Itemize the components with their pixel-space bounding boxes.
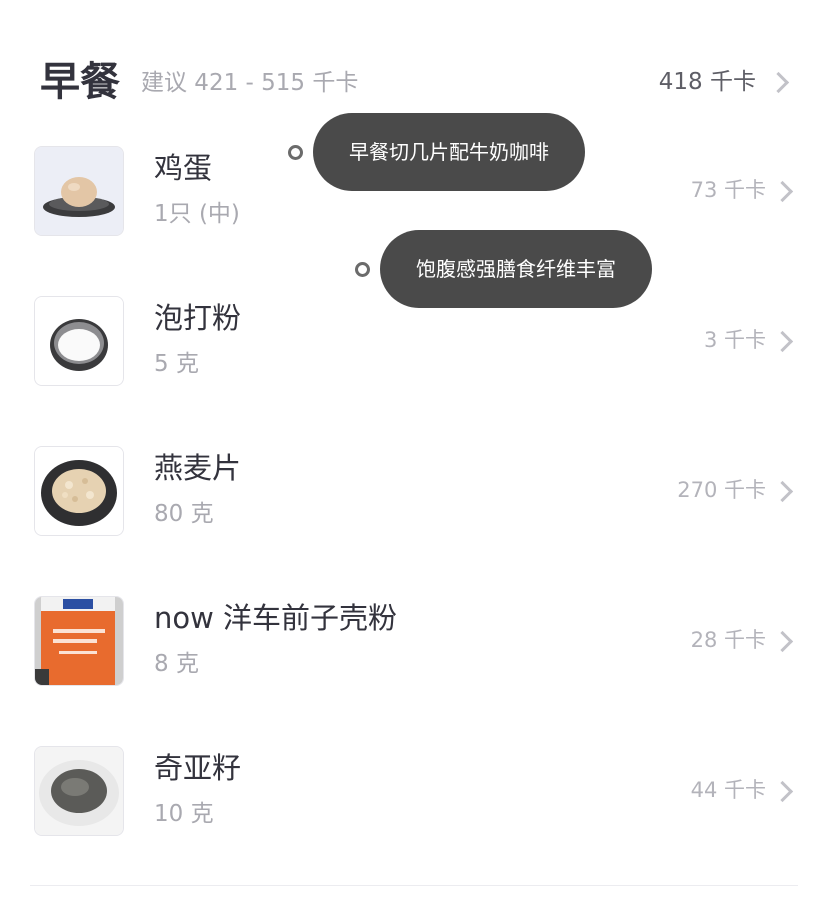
food-item-oats[interactable]: 燕麦片 80 克 270 千卡 bbox=[34, 446, 800, 536]
food-item-chia-seeds[interactable]: 奇亚籽 10 克 44 千卡 bbox=[34, 746, 800, 836]
food-calories: 270 千卡 bbox=[677, 478, 766, 502]
meal-calorie-suggestion: 建议 421 - 515 千卡 bbox=[141, 70, 359, 96]
chia-seeds-image bbox=[34, 746, 124, 836]
chevron-right-icon[interactable] bbox=[767, 71, 790, 94]
chevron-right-icon bbox=[771, 480, 794, 503]
food-name: 燕麦片 bbox=[154, 451, 242, 485]
food-calories: 3 千卡 bbox=[703, 328, 766, 352]
annotation-bubble: 饱腹感强膳食纤维丰富 bbox=[380, 230, 652, 308]
egg-image bbox=[34, 146, 124, 236]
meal-header: 早餐 建议 421 - 515 千卡 418 千卡 bbox=[40, 56, 800, 108]
food-name: 奇亚籽 bbox=[154, 751, 242, 785]
food-calories: 73 千卡 bbox=[690, 178, 766, 202]
food-quantity: 80 克 bbox=[154, 501, 214, 527]
psyllium-powder-image bbox=[34, 596, 124, 686]
food-calories: 28 千卡 bbox=[690, 628, 766, 652]
food-name: 鸡蛋 bbox=[154, 151, 213, 185]
chevron-right-icon bbox=[771, 630, 794, 653]
oats-image bbox=[34, 446, 124, 536]
chevron-right-icon bbox=[771, 330, 794, 353]
chevron-right-icon bbox=[771, 180, 794, 203]
food-quantity: 8 克 bbox=[154, 651, 199, 677]
meal-total-calories[interactable]: 418 千卡 bbox=[659, 68, 756, 96]
food-item-psyllium[interactable]: now 洋车前子壳粉 8 克 28 千卡 bbox=[34, 596, 800, 686]
food-quantity: 5 克 bbox=[154, 351, 199, 377]
baking-powder-image bbox=[34, 296, 124, 386]
food-calories: 44 千卡 bbox=[690, 778, 766, 802]
chevron-right-icon bbox=[771, 780, 794, 803]
annotation-bubble: 早餐切几片配牛奶咖啡 bbox=[313, 113, 585, 191]
divider bbox=[30, 885, 798, 886]
food-quantity: 1只 (中) bbox=[154, 201, 240, 227]
food-quantity: 10 克 bbox=[154, 801, 214, 827]
tag-dot-icon bbox=[288, 145, 303, 160]
food-name: 泡打粉 bbox=[154, 301, 242, 335]
tag-dot-icon bbox=[355, 262, 370, 277]
meal-title: 早餐 bbox=[40, 59, 120, 105]
food-item-baking-powder[interactable]: 泡打粉 5 克 3 千卡 bbox=[34, 296, 800, 386]
food-name: now 洋车前子壳粉 bbox=[154, 601, 398, 635]
